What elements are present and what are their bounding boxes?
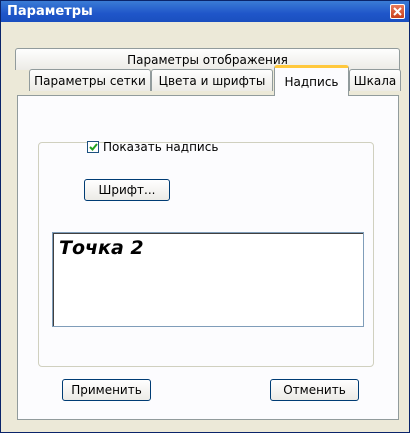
tab-label: Цвета и шрифты — [158, 73, 266, 88]
show-caption-option[interactable]: Показать надпись — [87, 140, 218, 154]
checkmark-icon — [88, 143, 98, 151]
cancel-button[interactable]: Отменить — [270, 379, 359, 401]
caption-preview: Точка 2 — [52, 232, 364, 327]
show-caption-label: Показать надпись — [103, 140, 219, 154]
apply-button[interactable]: Применить — [62, 379, 151, 401]
tab-grid-parameters[interactable]: Параметры сетки — [29, 69, 151, 91]
close-icon — [393, 7, 402, 16]
show-caption-checkbox[interactable] — [87, 141, 99, 153]
font-button[interactable]: Шрифт... — [84, 179, 170, 201]
tab-label: Надпись — [284, 75, 339, 89]
title-bar[interactable]: Параметры — [1, 1, 409, 22]
tab-label: Параметры отображения — [127, 52, 288, 67]
preview-text: Точка 2 — [59, 237, 144, 259]
tab-label: Параметры сетки — [34, 73, 146, 88]
window-title: Параметры — [7, 4, 93, 19]
close-button[interactable] — [390, 4, 405, 19]
tab-caption[interactable]: Надпись — [274, 65, 349, 96]
tab-scale[interactable]: Шкала — [349, 69, 401, 91]
tab-label: Шкала — [353, 73, 397, 88]
tab-colors-fonts[interactable]: Цвета и шрифты — [151, 69, 273, 91]
parameters-dialog: Параметры Параметры отображения Параметр… — [0, 0, 410, 433]
